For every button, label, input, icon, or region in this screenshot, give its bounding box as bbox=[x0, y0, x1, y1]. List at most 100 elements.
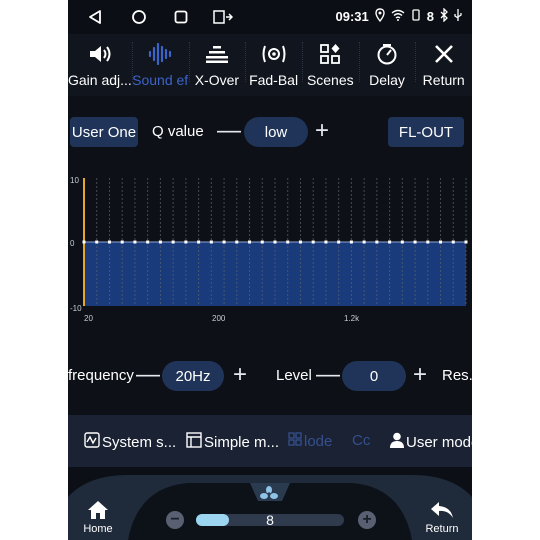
home-label: Home bbox=[83, 523, 113, 535]
tab-label: Sound ef bbox=[132, 72, 189, 88]
eq-chart[interactable]: 10 0 -10 20 200 1.2k bbox=[68, 170, 472, 328]
eq-band-handle[interactable] bbox=[400, 240, 404, 244]
volume-slider[interactable]: 8 bbox=[196, 512, 344, 528]
volume-status-icon bbox=[411, 9, 421, 24]
eq-band-handle[interactable] bbox=[158, 240, 162, 244]
eq-band-handle[interactable] bbox=[120, 240, 124, 244]
eq-band-handle[interactable] bbox=[451, 240, 455, 244]
volume-up-button[interactable]: + bbox=[358, 511, 376, 529]
user-mode-button[interactable]: User mode bbox=[390, 432, 472, 452]
eq-band-handle[interactable] bbox=[235, 240, 239, 244]
volume-down-button[interactable]: − bbox=[166, 511, 184, 529]
level-value-display: 0 bbox=[342, 361, 406, 391]
eq-band-handle[interactable] bbox=[248, 240, 252, 244]
home-icon bbox=[87, 500, 109, 523]
level-decrease-button[interactable]: — bbox=[316, 363, 340, 387]
back-icon[interactable] bbox=[84, 6, 106, 28]
eq-band-handle[interactable] bbox=[82, 240, 86, 244]
tab-label: Scenes bbox=[306, 72, 354, 88]
waveform-icon bbox=[148, 41, 172, 67]
eq-band-handle[interactable] bbox=[171, 240, 175, 244]
eq-band-handle[interactable] bbox=[95, 240, 99, 244]
bluetooth-icon bbox=[440, 7, 448, 25]
simple-mode-icon bbox=[186, 432, 202, 452]
screen-cast-icon[interactable] bbox=[212, 6, 234, 28]
frequency-increase-button[interactable]: + bbox=[233, 363, 247, 387]
car-dock: Home Return − 8 + bbox=[68, 467, 472, 540]
eq-band-handle[interactable] bbox=[439, 240, 443, 244]
eq-band-handle[interactable] bbox=[413, 240, 417, 244]
eq-band-handle[interactable] bbox=[133, 240, 137, 244]
y-tick-label: 0 bbox=[70, 239, 75, 248]
eq-band-handle[interactable] bbox=[311, 240, 315, 244]
preset-button[interactable]: User One bbox=[70, 117, 138, 147]
eq-band-handle[interactable] bbox=[209, 240, 213, 244]
eq-band-handle[interactable] bbox=[362, 240, 366, 244]
system-settings-button[interactable]: System s... bbox=[84, 432, 176, 452]
eq-band-handle[interactable] bbox=[298, 240, 302, 244]
grid-mode-icon bbox=[288, 432, 302, 450]
eq-band-handle[interactable] bbox=[388, 240, 392, 244]
eq-band-handle[interactable] bbox=[260, 240, 264, 244]
simple-mode-button[interactable]: Simple m... bbox=[186, 432, 279, 452]
x-tick-label: 20 bbox=[84, 314, 93, 323]
submenu-label: User mode bbox=[406, 433, 472, 451]
eq-band-handle[interactable] bbox=[107, 240, 111, 244]
home-button[interactable]: Home bbox=[68, 467, 128, 540]
eq-band-handle[interactable] bbox=[197, 240, 201, 244]
channel-select-button[interactable]: FL-OUT bbox=[388, 117, 464, 147]
mode-menu: System s... Simple m... lode Cc User mod… bbox=[68, 415, 472, 467]
q-increase-button[interactable]: + bbox=[315, 119, 329, 143]
fan-icon[interactable] bbox=[259, 486, 279, 505]
eq-band-handle[interactable] bbox=[146, 240, 150, 244]
tab-x-over[interactable]: X-Over bbox=[188, 34, 246, 96]
custom-mode-button[interactable]: Cc bbox=[352, 432, 370, 449]
function-tabs: Gain adj... Sound ef X-Over Fad-Bal Scen… bbox=[68, 34, 472, 96]
eq-band-handle[interactable] bbox=[426, 240, 430, 244]
submenu-label: lode bbox=[304, 432, 333, 450]
recents-icon[interactable] bbox=[170, 6, 192, 28]
tab-delay[interactable]: Delay bbox=[358, 34, 416, 96]
level-increase-button[interactable]: + bbox=[413, 363, 427, 387]
scenes-icon bbox=[319, 41, 341, 67]
frequency-value-display: 20Hz bbox=[162, 361, 224, 391]
eq-band-handle[interactable] bbox=[273, 240, 277, 244]
eq-settings-row: User One Q value — low + FL-OUT bbox=[68, 114, 472, 150]
tab-sound-effects[interactable]: Sound ef bbox=[131, 34, 189, 96]
level-label: Level bbox=[276, 367, 312, 384]
eq-band-handle[interactable] bbox=[222, 240, 226, 244]
eq-band-handle[interactable] bbox=[184, 240, 188, 244]
tab-label: Return bbox=[422, 72, 465, 88]
return-button[interactable]: Return bbox=[412, 467, 472, 540]
eq-band-handle[interactable] bbox=[286, 240, 290, 244]
grid-mode-button[interactable]: lode bbox=[288, 432, 332, 450]
home-nav-icon[interactable] bbox=[128, 6, 150, 28]
system-settings-icon bbox=[84, 432, 100, 452]
delay-timer-icon bbox=[376, 41, 398, 67]
battery-level-value: 8 bbox=[426, 9, 434, 24]
x-tick-label: 200 bbox=[212, 314, 226, 323]
frequency-decrease-button[interactable]: — bbox=[136, 363, 160, 387]
eq-band-handle[interactable] bbox=[464, 240, 468, 244]
q-decrease-button[interactable]: — bbox=[217, 119, 241, 143]
eq-band-handle[interactable] bbox=[337, 240, 341, 244]
close-icon bbox=[434, 41, 454, 67]
q-value-label: Q value bbox=[152, 123, 204, 140]
tab-scenes[interactable]: Scenes bbox=[301, 34, 359, 96]
eq-chart-svg[interactable] bbox=[68, 170, 472, 328]
submenu-label: Simple m... bbox=[204, 433, 280, 451]
reset-button[interactable]: Res... bbox=[442, 367, 472, 384]
tab-label: Gain adj... bbox=[68, 72, 132, 88]
eq-band-handle[interactable] bbox=[349, 240, 353, 244]
eq-band-handle[interactable] bbox=[324, 240, 328, 244]
tab-fader-balance[interactable]: Fad-Bal bbox=[245, 34, 302, 96]
tab-label: Delay bbox=[369, 72, 405, 88]
clock: 09:31 bbox=[335, 9, 369, 24]
usb-icon bbox=[454, 8, 462, 25]
user-icon bbox=[390, 432, 404, 452]
tab-return[interactable]: Return bbox=[415, 34, 472, 96]
eq-band-handle[interactable] bbox=[375, 240, 379, 244]
location-icon bbox=[375, 8, 385, 25]
tab-gain-adjust[interactable]: Gain adj... bbox=[68, 34, 132, 96]
submenu-label: System s... bbox=[102, 433, 177, 451]
